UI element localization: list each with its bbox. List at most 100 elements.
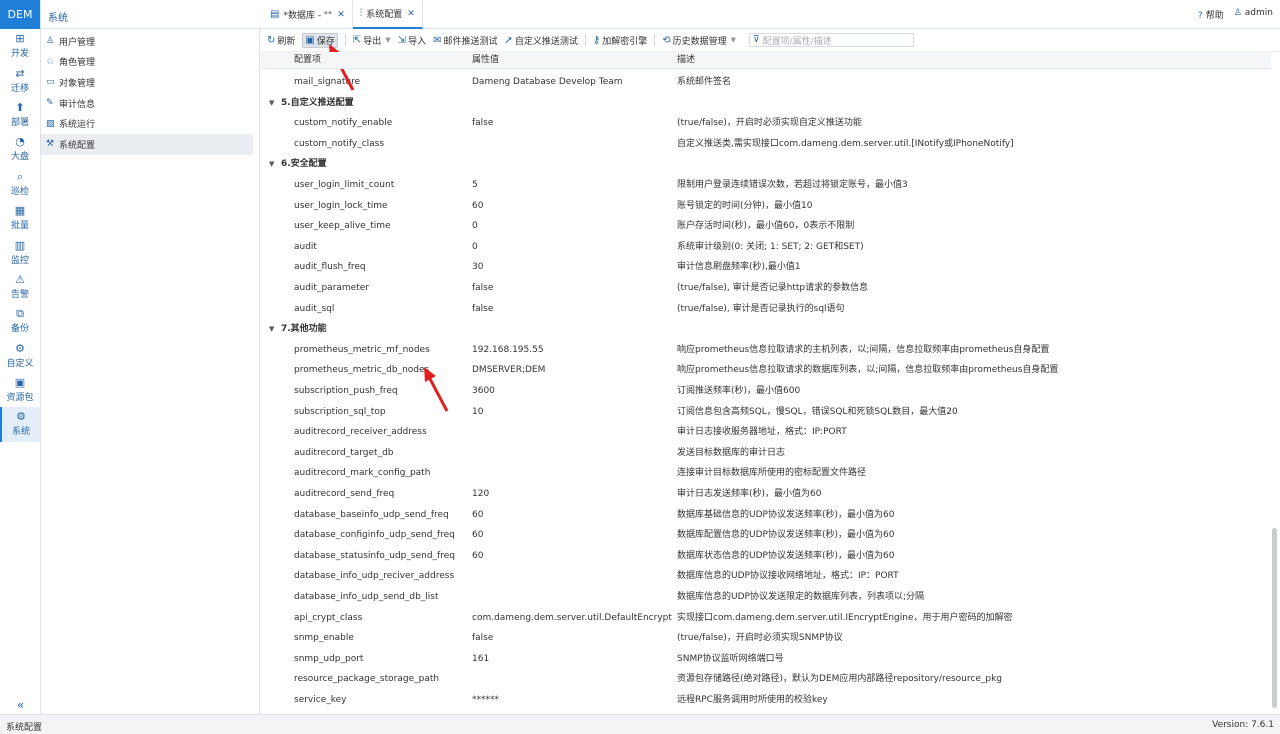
config-row[interactable]: subscription_push_freq 3600 订阅推送频率(秒)，最小值6… xyxy=(261,381,1271,402)
custom-push-test-button[interactable]: ➚ 自定义推送测试 xyxy=(504,34,577,47)
user-menu[interactable]: ♙ admin xyxy=(1234,8,1273,21)
tab-system-config[interactable]: ⫶ 系统配置 ✕ xyxy=(352,0,423,29)
config-row[interactable]: custom_notify_class 自定义推送类,需实现接口com.damen… xyxy=(261,134,1271,155)
chevron-down-icon[interactable]: ▼ xyxy=(269,93,274,114)
config-key: prometheus_metric_mf_nodes xyxy=(294,344,430,355)
left-rail: DEM ⊞ 开发 ⇄ 迁移 ⬆ 部署 ◔ 大盘 ⌕ 巡检 ▦ 批量 ▥ 监控 ⚠ 告警 ⧉ 备份 ⚙ 自定义 ▣ 资源包 ⚙… xyxy=(0,0,41,714)
config-row[interactable]: database_configinfo_udp_send_freq 60 数据库配置… xyxy=(261,525,1271,546)
config-value[interactable]: false xyxy=(472,628,672,649)
config-value[interactable]: 5 xyxy=(472,175,672,196)
config-value[interactable]: com.dameng.dem.server.util.DefaultEncryp… xyxy=(472,608,672,629)
config-value[interactable]: 161 xyxy=(472,649,672,670)
rail-item[interactable]: ⚙ 自定义 xyxy=(0,339,40,373)
config-value[interactable]: 192.168.195.55 xyxy=(472,340,672,361)
nav-item[interactable]: ♘ 角色管理 xyxy=(41,52,253,73)
rail-item[interactable]: ⊞ 开发 xyxy=(0,29,40,63)
config-value[interactable]: 3600 xyxy=(472,381,672,402)
tab-database[interactable]: ▤ *数据库 - "" ✕ xyxy=(263,0,353,29)
config-value[interactable]: 60 xyxy=(472,546,672,567)
rail-item[interactable]: ▣ 资源包 xyxy=(0,373,40,407)
config-value[interactable]: false xyxy=(472,278,672,299)
config-row[interactable]: auditrecord_target_db 发送目标数据库的审计日志 xyxy=(261,443,1271,464)
rail-item[interactable]: ⬆ 部署 xyxy=(0,98,40,132)
config-row[interactable]: database_info_udp_reciver_address 数据库信息的U… xyxy=(261,566,1271,587)
chevron-down-icon[interactable]: ▼ xyxy=(385,36,390,44)
group-row[interactable]: ▼ 6.安全配置 xyxy=(261,154,1271,175)
nav-item[interactable]: ♙ 用户管理 xyxy=(41,31,253,52)
config-value[interactable]: 60 xyxy=(472,525,672,546)
config-row[interactable]: mail_signature Dameng Database Develop Te… xyxy=(261,72,1271,93)
config-row[interactable]: user_login_lock_time 60 账号锁定的时间(分钟)，最小值10 xyxy=(261,196,1271,217)
config-row[interactable]: auditrecord_receiver_address 审计日志接收服务器地址，… xyxy=(261,422,1271,443)
config-value[interactable]: false xyxy=(472,299,672,320)
rail-item[interactable]: ⚙ 系统 xyxy=(0,407,40,442)
grid-scrollbar[interactable] xyxy=(1272,52,1277,712)
config-row[interactable]: service_key ****** 远程RPC服务调用时所使用的校验key xyxy=(261,690,1271,711)
rail-item[interactable]: ◔ 大盘 xyxy=(0,132,40,166)
column-header-key[interactable]: 配置项 xyxy=(294,52,464,69)
config-row[interactable]: snmp_enable false (true/false)，开启时必须实现SNMP… xyxy=(261,628,1271,649)
audit-icon: ✎ xyxy=(46,98,54,109)
rail-item-label: 开发 xyxy=(10,49,29,60)
chevron-down-icon[interactable]: ▼ xyxy=(269,154,274,175)
config-value[interactable]: 60 xyxy=(472,505,672,526)
config-row[interactable]: resource_package_storage_path 资源包存储路径(绝对路… xyxy=(261,669,1271,690)
config-row[interactable]: audit_parameter false (true/false), 审计是否记录… xyxy=(261,278,1271,299)
config-row[interactable]: database_info_udp_send_db_list 数据库信息的UDP协… xyxy=(261,587,1271,608)
config-value[interactable]: Dameng Database Develop Team xyxy=(472,72,672,93)
config-row[interactable]: auditrecord_mark_config_path 连接审计目标数据库所使用… xyxy=(261,463,1271,484)
import-button[interactable]: ⇲ 导入 xyxy=(398,34,426,47)
app-logo[interactable]: DEM xyxy=(0,0,40,29)
config-value[interactable]: 30 xyxy=(472,257,672,278)
config-row[interactable]: audit 0 系统审计级别(0: 关闭; 1: SET; 2: GET和SET) xyxy=(261,237,1271,258)
rail-item[interactable]: ⇄ 迁移 xyxy=(0,63,40,97)
column-header-value[interactable]: 属性值 xyxy=(472,52,672,69)
config-row[interactable]: audit_flush_freq 30 审计信息刷盘频率(秒),最小值1 xyxy=(261,257,1271,278)
nav-item[interactable]: ▨ 系统运行 xyxy=(41,113,253,134)
chevron-down-icon[interactable]: ▼ xyxy=(731,36,736,44)
config-row[interactable]: api_crypt_class com.dameng.dem.server.uti… xyxy=(261,608,1271,629)
config-row[interactable]: database_statusinfo_udp_send_freq 60 数据库状态… xyxy=(261,546,1271,567)
close-icon[interactable]: ✕ xyxy=(407,9,415,19)
scrollbar-thumb[interactable] xyxy=(1272,528,1277,708)
config-value[interactable]: 0 xyxy=(472,237,672,258)
rail-item[interactable]: ⧉ 备份 xyxy=(0,304,40,338)
nav-item[interactable]: ⚒ 系统配置 xyxy=(41,133,253,155)
config-value[interactable]: false xyxy=(472,113,672,134)
decrypt-engine-button[interactable]: ⚷ 加解密引擎 xyxy=(593,34,647,47)
group-row[interactable]: ▼ 5.自定义推送配置 xyxy=(261,93,1271,114)
status-version: Version: 7.6.1 xyxy=(1212,720,1274,730)
close-icon[interactable]: ✕ xyxy=(337,10,345,20)
config-row[interactable]: prometheus_metric_db_nodes DMSERVER;DEM 响应… xyxy=(261,360,1271,381)
filter-input[interactable]: ⊽ 配置项/属性/描述 xyxy=(749,33,915,47)
group-row[interactable]: ▼ 7.其他功能 xyxy=(261,319,1271,340)
nav-item[interactable]: ✎ 审计信息 xyxy=(41,93,253,114)
history-data-button[interactable]: ⟲ 历史数据管理 ▼ xyxy=(662,34,736,47)
collapse-rail-icon[interactable]: « xyxy=(0,698,41,712)
rail-item[interactable]: ▥ 监控 xyxy=(0,235,40,269)
column-header-desc[interactable]: 描述 xyxy=(677,52,1267,69)
config-value[interactable]: 120 xyxy=(472,484,672,505)
chevron-down-icon[interactable]: ▼ xyxy=(269,319,274,340)
config-row[interactable]: user_login_limit_count 5 限制用户登录连续错误次数，若超过将… xyxy=(261,175,1271,196)
config-row[interactable]: database_baseinfo_udp_send_freq 60 数据库基础信息… xyxy=(261,505,1271,526)
config-value[interactable]: 10 xyxy=(472,402,672,423)
nav-item[interactable]: ▭ 对象管理 xyxy=(41,72,253,93)
config-row[interactable]: snmp_udp_port 161 SNMP协议监听网络端口号 xyxy=(261,649,1271,670)
help-link[interactable]: ? 帮助 xyxy=(1198,8,1224,21)
config-row[interactable]: auditrecord_send_freq 120 审计日志发送频率(秒)，最小值为… xyxy=(261,484,1271,505)
config-row[interactable]: custom_notify_enable false (true/false)，开启… xyxy=(261,113,1271,134)
config-row[interactable]: user_keep_alive_time 0 账户存活时间(秒)，最小值60，0表示… xyxy=(261,216,1271,237)
rail-item[interactable]: ⌕ 巡检 xyxy=(0,167,40,201)
config-row[interactable]: prometheus_metric_mf_nodes 192.168.195.55… xyxy=(261,340,1271,361)
config-value[interactable]: 0 xyxy=(472,216,672,237)
rail-item[interactable]: ⚠ 告警 xyxy=(0,270,40,304)
config-row[interactable]: audit_sql false (true/false), 审计是否记录执行的sql… xyxy=(261,299,1271,320)
config-value[interactable]: DMSERVER;DEM xyxy=(472,360,672,381)
config-row[interactable]: subscription_sql_top 10 订阅信息包含高频SQL，慢SQL，错… xyxy=(261,402,1271,423)
config-value[interactable]: 60 xyxy=(472,196,672,217)
config-value[interactable]: ****** xyxy=(472,690,672,711)
mail-test-button[interactable]: ✉ 邮件推送测试 xyxy=(433,34,497,47)
refresh-button[interactable]: ↻ 刷新 xyxy=(267,34,295,47)
rail-item[interactable]: ▦ 批量 xyxy=(0,201,40,235)
